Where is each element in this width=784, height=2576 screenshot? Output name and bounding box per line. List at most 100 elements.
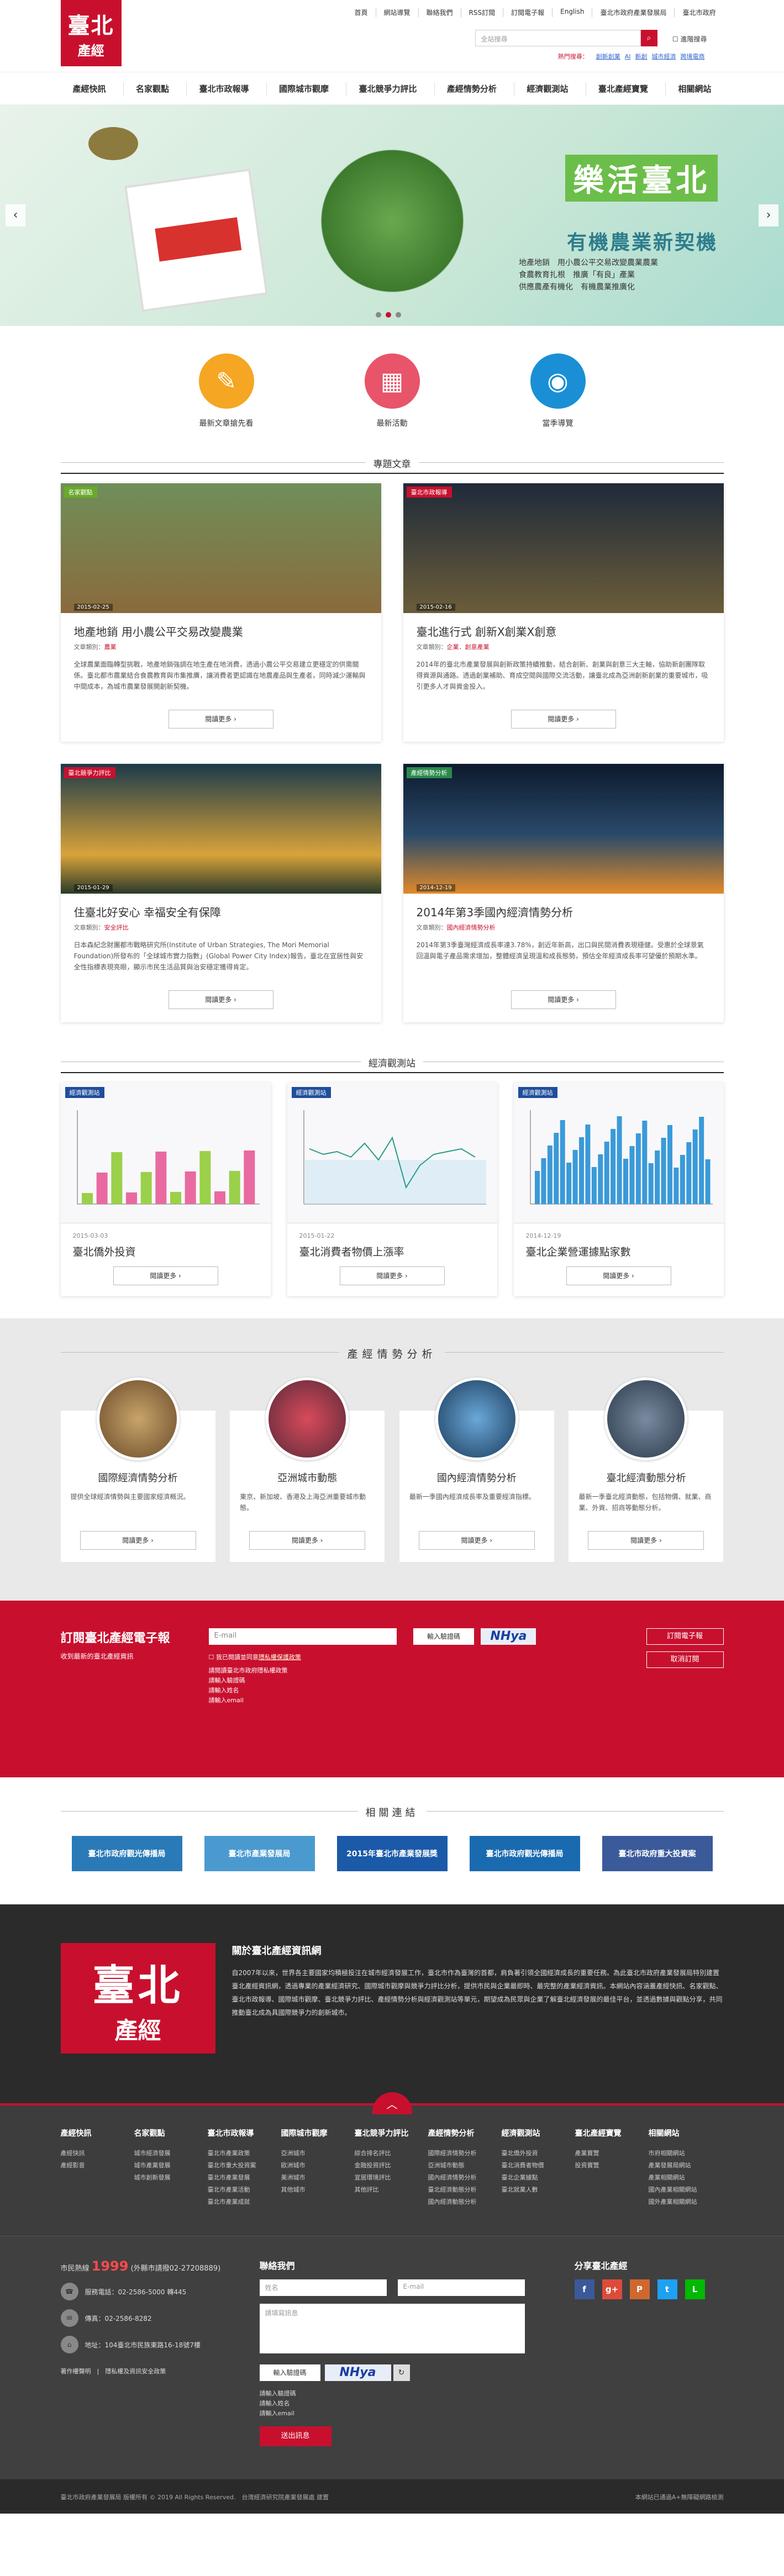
footer-nav-heading[interactable]: 經濟觀測站	[502, 2128, 575, 2139]
related-link-banner[interactable]: 臺北市政府觀光傳播局	[71, 1836, 182, 1871]
status-title[interactable]: 亞洲城市動態	[240, 1470, 375, 1485]
footer-policy-links[interactable]: 著作權聲明 | 隱私權及資訊安全政策	[61, 2367, 243, 2376]
footer-nav-link[interactable]: 綜合排名評比	[355, 2147, 428, 2160]
read-more-button[interactable]: 閱讀更多 ›	[418, 1531, 535, 1550]
footer-nav-heading[interactable]: 臺北產經寶覽	[575, 2128, 649, 2139]
footer-nav-heading[interactable]: 產經快訊	[61, 2128, 134, 2139]
read-more-button[interactable]: 閱讀更多 ›	[168, 710, 273, 729]
name-field[interactable]: 姓名	[259, 2279, 387, 2296]
contact-email-field[interactable]: E-mail	[397, 2279, 525, 2296]
nav-item[interactable]: 經濟觀測站	[514, 82, 580, 96]
econ-title[interactable]: 臺北僑外投資	[73, 1244, 259, 1259]
nav-item[interactable]: 臺北市政報導	[186, 82, 261, 96]
advanced-search-link[interactable]: ☐ 進階搜尋	[672, 34, 707, 44]
related-link-banner[interactable]: 臺北市產業發展局	[204, 1836, 315, 1871]
footer-nav-link[interactable]: 宜居環境評比	[355, 2172, 428, 2184]
banner-pager[interactable]	[376, 312, 401, 318]
footer-nav-link[interactable]: 美洲城市	[281, 2172, 355, 2184]
status-photo[interactable]	[435, 1377, 518, 1460]
econ-title[interactable]: 臺北消費者物價上漲率	[299, 1244, 485, 1259]
footer-nav-link[interactable]: 國際經濟情勢分析	[428, 2147, 502, 2160]
status-photo[interactable]	[96, 1377, 180, 1460]
nav-item[interactable]: 臺北產經寶覽	[585, 82, 660, 96]
article-category[interactable]: 農業	[104, 643, 117, 651]
unsubscribe-button[interactable]: 取消訂閱	[646, 1651, 724, 1668]
subscribe-button[interactable]: 訂閱電子報	[646, 1628, 724, 1645]
captcha-input[interactable]: 輸入驗證碼	[413, 1628, 474, 1645]
nav-item[interactable]: 相關網站	[665, 82, 723, 96]
read-more-button[interactable]: 閱讀更多 ›	[168, 990, 273, 1009]
top-link[interactable]: 網站導覽	[375, 8, 418, 17]
article-image[interactable]: 臺北市政報導 2015-02-16	[403, 483, 724, 613]
search-icon[interactable]: ⌕	[640, 30, 657, 46]
plurk-icon[interactable]: P	[629, 2279, 650, 2299]
footer-nav-link[interactable]: 臺北就業人數	[502, 2184, 575, 2196]
econ-chart-thumbnail[interactable]: 經濟觀測站	[60, 1083, 271, 1223]
chevron-left-icon[interactable]: ‹	[6, 204, 25, 226]
status-photo[interactable]	[266, 1377, 349, 1460]
chevron-right-icon[interactable]: ›	[759, 204, 778, 226]
read-more-button[interactable]: 閱讀更多 ›	[566, 1266, 671, 1285]
read-more-button[interactable]: 閱讀更多 ›	[339, 1266, 445, 1285]
search-input[interactable]: 全站搜尋	[475, 30, 641, 46]
article-title[interactable]: 臺北進行式 創新X創業X創意	[417, 623, 711, 639]
footer-nav-link[interactable]: 臺北消費者物價	[502, 2160, 575, 2172]
read-more-button[interactable]: 閱讀更多 ›	[249, 1531, 366, 1550]
footer-nav-link[interactable]: 產經快訊	[61, 2147, 134, 2160]
footer-nav-link[interactable]: 臺北市產業成就	[208, 2196, 281, 2208]
message-field[interactable]: 請填寫訊息	[259, 2304, 525, 2353]
google-plus-icon[interactable]: g+	[602, 2279, 622, 2299]
footer-nav-link[interactable]: 城市產業發展	[134, 2160, 208, 2172]
arrow-up-icon[interactable]: ︿	[372, 2092, 412, 2114]
top-link[interactable]: 臺北市政府	[674, 8, 723, 17]
nav-item[interactable]: 產經情勢分析	[434, 82, 509, 96]
line-icon[interactable]: L	[685, 2279, 705, 2299]
top-link[interactable]: 臺北市政府產業發展局	[592, 8, 674, 17]
status-title[interactable]: 國際經濟情勢分析	[71, 1470, 206, 1485]
article-title[interactable]: 2014年第3季國內經濟情勢分析	[417, 904, 711, 920]
footer-nav-link[interactable]: 臺北經濟動態分析	[428, 2184, 502, 2196]
footer-nav-link[interactable]: 產業寶覽	[575, 2147, 649, 2160]
related-link-banner[interactable]: 2015年臺北市產業發展獎	[336, 1836, 448, 1871]
econ-chart-thumbnail[interactable]: 經濟觀測站	[513, 1083, 724, 1223]
nav-item[interactable]: 產經快訊	[61, 82, 118, 96]
status-title[interactable]: 臺北經濟動態分析	[578, 1470, 713, 1485]
status-photo[interactable]	[604, 1377, 688, 1460]
footer-nav-link[interactable]: 國內產業相關網站	[649, 2184, 722, 2196]
footer-nav-heading[interactable]: 名家觀點	[134, 2128, 208, 2139]
article-title[interactable]: 地產地銷 用小農公平交易改變農業	[74, 623, 368, 639]
footer-nav-link[interactable]: 金融投資評比	[355, 2160, 428, 2172]
top-link[interactable]: English	[552, 8, 592, 17]
read-more-button[interactable]: 閱讀更多 ›	[113, 1266, 218, 1285]
top-link[interactable]: 首頁	[346, 8, 375, 17]
read-more-button[interactable]: 閱讀更多 ›	[511, 710, 616, 729]
footer-nav-link[interactable]: 亞洲城市動態	[428, 2160, 502, 2172]
agree-checkbox[interactable]: ☐ 我已閱讀並同意隱私權保護政策	[209, 1653, 551, 1661]
footer-nav-link[interactable]: 其他評比	[355, 2184, 428, 2196]
article-category[interactable]: 安全評比	[104, 924, 129, 931]
nav-item[interactable]: 國際城市觀摩	[266, 82, 341, 96]
footer-nav-link[interactable]: 臺北市重大投資案	[208, 2160, 281, 2172]
nav-item[interactable]: 名家觀點	[123, 82, 181, 96]
article-image[interactable]: 產經情勢分析 2014-12-19	[403, 764, 724, 894]
top-link[interactable]: RSS訂閱	[460, 8, 503, 17]
facebook-icon[interactable]: f	[574, 2279, 594, 2299]
article-image[interactable]: 名家觀點 2015-02-25	[60, 483, 381, 613]
footer-nav-link[interactable]: 城市創新發展	[134, 2172, 208, 2184]
related-link-banner[interactable]: 臺北市政府觀光傳播局	[469, 1836, 580, 1871]
status-title[interactable]: 國內經濟情勢分析	[409, 1470, 544, 1485]
read-more-button[interactable]: 閱讀更多 ›	[511, 990, 616, 1009]
footer-nav-link[interactable]: 亞洲城市	[281, 2147, 355, 2160]
footer-nav-heading[interactable]: 產經情勢分析	[428, 2128, 502, 2139]
footer-nav-link[interactable]: 產業發展局網站	[649, 2160, 722, 2172]
footer-nav-link[interactable]: 產經影音	[61, 2160, 134, 2172]
footer-nav-link[interactable]: 歐洲城市	[281, 2160, 355, 2172]
hot-word[interactable]: 跨境電商	[681, 53, 705, 60]
footer-nav-heading[interactable]: 相關網站	[649, 2128, 722, 2139]
footer-nav-link[interactable]: 市府相關網站	[649, 2147, 722, 2160]
footer-nav-link[interactable]: 產業相關網站	[649, 2172, 722, 2184]
email-field[interactable]: E-mail	[208, 1628, 397, 1645]
footer-nav-link[interactable]: 城市經濟發展	[134, 2147, 208, 2160]
footer-nav-link[interactable]: 國內經濟動態分析	[428, 2196, 502, 2208]
footer-nav-link[interactable]: 國內經濟情勢分析	[428, 2172, 502, 2184]
